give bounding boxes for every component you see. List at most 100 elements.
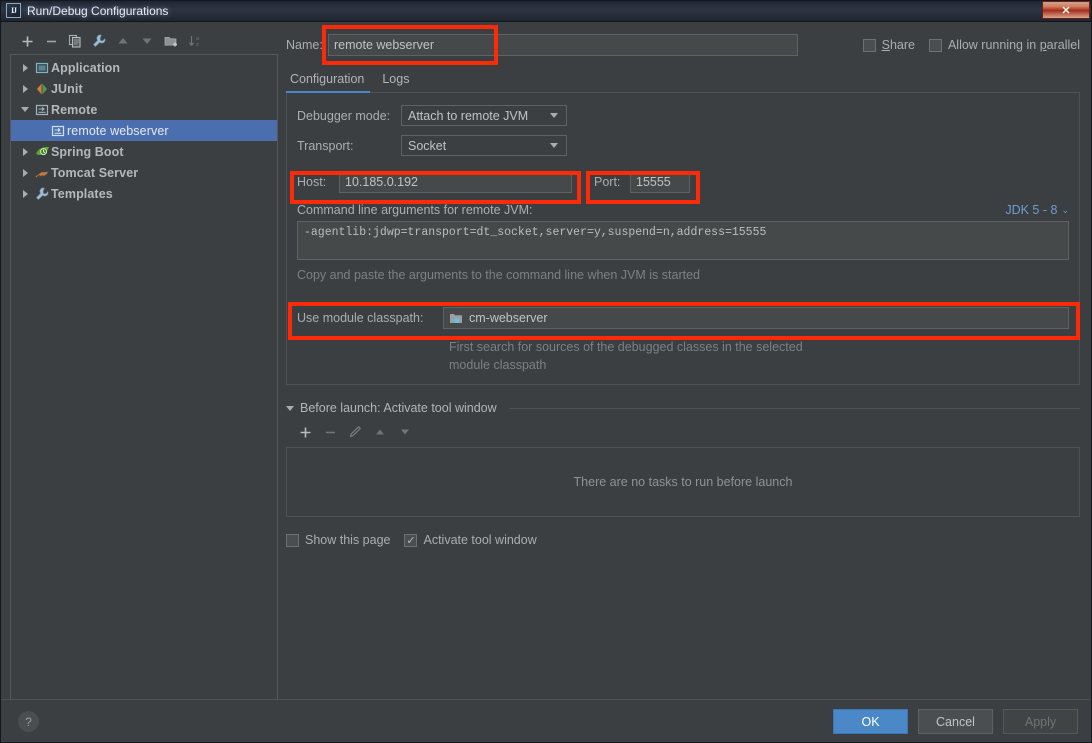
tree-item-label: Remote bbox=[51, 103, 97, 117]
jvm-args-label: Command line arguments for remote JVM: bbox=[297, 203, 533, 217]
share-checkbox-label: Share bbox=[882, 38, 915, 52]
add-configuration-button[interactable] bbox=[16, 30, 38, 52]
expand-arrow-icon[interactable] bbox=[17, 85, 33, 93]
module-classpath-hint-line2: module classpath bbox=[449, 356, 1069, 374]
debugger-mode-dropdown[interactable]: Attach to remote JVM bbox=[401, 105, 567, 126]
transport-dropdown[interactable]: Socket bbox=[401, 135, 567, 156]
bottom-checkboxes: Show this page ✓ Activate tool window bbox=[286, 533, 1080, 547]
chevron-down-icon[interactable] bbox=[550, 143, 558, 148]
transport-value: Socket bbox=[408, 139, 542, 153]
cancel-button[interactable]: Cancel bbox=[918, 709, 993, 734]
host-port-row: Host: Port: bbox=[297, 165, 1069, 199]
port-input[interactable] bbox=[630, 172, 690, 193]
before-launch-empty-text: There are no tasks to run before launch bbox=[574, 475, 793, 489]
port-label: Port: bbox=[594, 175, 630, 189]
activate-tool-window-checkbox-box[interactable]: ✓ bbox=[404, 534, 417, 547]
divider bbox=[509, 408, 1080, 409]
module-classpath-label: Use module classpath: bbox=[297, 311, 443, 325]
wrench-icon[interactable] bbox=[88, 30, 110, 52]
allow-parallel-checkbox[interactable]: Allow running in parallel bbox=[929, 38, 1080, 52]
chevron-down-icon[interactable] bbox=[550, 113, 558, 118]
module-classpath-row: Use module classpath: cm-webserver bbox=[297, 302, 1069, 334]
add-task-button[interactable] bbox=[294, 421, 316, 443]
share-checkbox-box[interactable] bbox=[863, 39, 876, 52]
transport-label: Transport: bbox=[297, 139, 401, 153]
close-window-button[interactable]: ✕ bbox=[1042, 1, 1090, 19]
name-row: Name: Share Allow running in parallel bbox=[286, 28, 1080, 62]
folder-add-icon[interactable] bbox=[160, 30, 182, 52]
run-debug-configurations-dialog: IJ Run/Debug Configurations ✕ bbox=[0, 0, 1092, 743]
pencil-icon[interactable] bbox=[344, 421, 366, 443]
show-this-page-checkbox[interactable]: Show this page bbox=[286, 533, 390, 547]
copy-configuration-button[interactable] bbox=[64, 30, 86, 52]
activate-tool-window-checkbox[interactable]: ✓ Activate tool window bbox=[404, 533, 536, 547]
jvm-args-textarea[interactable]: -agentlib:jdwp=transport=dt_socket,serve… bbox=[297, 221, 1069, 260]
expand-arrow-icon[interactable] bbox=[17, 190, 33, 198]
help-button[interactable]: ? bbox=[18, 711, 39, 732]
before-launch-toolbar bbox=[294, 421, 1080, 443]
host-input[interactable] bbox=[339, 172, 572, 193]
jdk-version-selector[interactable]: JDK 5 - 8 ⌄ bbox=[1005, 203, 1069, 217]
module-classpath-dropdown[interactable]: cm-webserver bbox=[443, 307, 1069, 329]
remote-icon bbox=[49, 124, 67, 138]
tree-item-application[interactable]: Application bbox=[11, 57, 277, 78]
window-title: Run/Debug Configurations bbox=[27, 4, 168, 18]
expand-arrow-icon[interactable] bbox=[17, 64, 33, 72]
before-launch-title: Before launch: Activate tool window bbox=[300, 401, 497, 415]
remote-icon bbox=[33, 103, 51, 117]
share-checkbox[interactable]: Share bbox=[863, 38, 915, 52]
application-icon bbox=[33, 61, 51, 75]
jvm-args-header-row: Command line arguments for remote JVM: J… bbox=[297, 203, 1069, 217]
expand-arrow-icon[interactable] bbox=[17, 148, 33, 156]
tab-logs[interactable]: Logs bbox=[378, 72, 423, 92]
ok-button[interactable]: OK bbox=[833, 709, 908, 734]
show-this-page-checkbox-box[interactable] bbox=[286, 534, 299, 547]
task-move-up-button[interactable] bbox=[369, 421, 391, 443]
activate-tool-window-label: Activate tool window bbox=[423, 533, 536, 547]
debugger-mode-value: Attach to remote JVM bbox=[408, 109, 542, 123]
jvm-args-hint: Copy and paste the arguments to the comm… bbox=[297, 268, 1069, 282]
spring-boot-icon bbox=[33, 145, 51, 159]
titlebar-left-group: IJ Run/Debug Configurations bbox=[6, 3, 168, 18]
collapse-arrow-icon[interactable] bbox=[286, 406, 294, 411]
tree-item-junit[interactable]: JUnit bbox=[11, 78, 277, 99]
name-input-wrapper bbox=[328, 34, 798, 56]
jdk-version-label: JDK 5 - 8 bbox=[1005, 203, 1057, 217]
arrow-down-icon[interactable] bbox=[136, 30, 158, 52]
name-input[interactable] bbox=[328, 34, 798, 56]
before-launch-header[interactable]: Before launch: Activate tool window bbox=[286, 401, 1080, 415]
intellij-logo-icon: IJ bbox=[6, 3, 21, 18]
tree-item-remote-webserver[interactable]: remote webserver bbox=[11, 120, 277, 141]
remove-configuration-button[interactable] bbox=[40, 30, 62, 52]
sort-az-icon[interactable]: a z bbox=[184, 30, 206, 52]
dialog-footer: ? OK Cancel Apply bbox=[0, 699, 1092, 743]
remove-task-button[interactable] bbox=[319, 421, 341, 443]
configurations-tree[interactable]: Application JUnit bbox=[10, 54, 278, 699]
module-classpath-hint-line1: First search for sources of the debugged… bbox=[449, 338, 1069, 356]
window-titlebar: IJ Run/Debug Configurations ✕ bbox=[0, 0, 1092, 22]
tree-item-tomcat-server[interactable]: Tomcat Server bbox=[11, 162, 277, 183]
tree-item-label: JUnit bbox=[51, 82, 83, 96]
allow-parallel-checkbox-box[interactable] bbox=[929, 39, 942, 52]
tree-item-remote[interactable]: Remote bbox=[11, 99, 277, 120]
tab-configuration[interactable]: Configuration bbox=[286, 72, 378, 92]
apply-button[interactable]: Apply bbox=[1003, 709, 1078, 734]
chevron-down-icon[interactable]: ⌄ bbox=[1061, 205, 1069, 216]
tree-item-label: Tomcat Server bbox=[51, 166, 138, 180]
tree-item-label: remote webserver bbox=[67, 124, 169, 138]
tree-item-spring-boot[interactable]: Spring Boot bbox=[11, 141, 277, 162]
arrow-up-icon[interactable] bbox=[112, 30, 134, 52]
before-launch-task-list[interactable]: There are no tasks to run before launch bbox=[286, 447, 1080, 517]
task-move-down-button[interactable] bbox=[394, 421, 416, 443]
name-label: Name: bbox=[286, 38, 328, 52]
tomcat-icon bbox=[33, 166, 51, 180]
module-classpath-value: cm-webserver bbox=[469, 311, 548, 325]
editor-tabs: Configuration Logs bbox=[286, 66, 1080, 93]
expand-arrow-icon[interactable] bbox=[17, 169, 33, 177]
configuration-panel: Debugger mode: Attach to remote JVM Tran… bbox=[286, 93, 1080, 385]
module-classpath-hint: First search for sources of the debugged… bbox=[449, 338, 1069, 374]
tree-item-label: Application bbox=[51, 61, 120, 75]
templates-wrench-icon bbox=[33, 187, 51, 201]
collapse-arrow-icon[interactable] bbox=[17, 107, 33, 112]
tree-item-templates[interactable]: Templates bbox=[11, 183, 277, 204]
